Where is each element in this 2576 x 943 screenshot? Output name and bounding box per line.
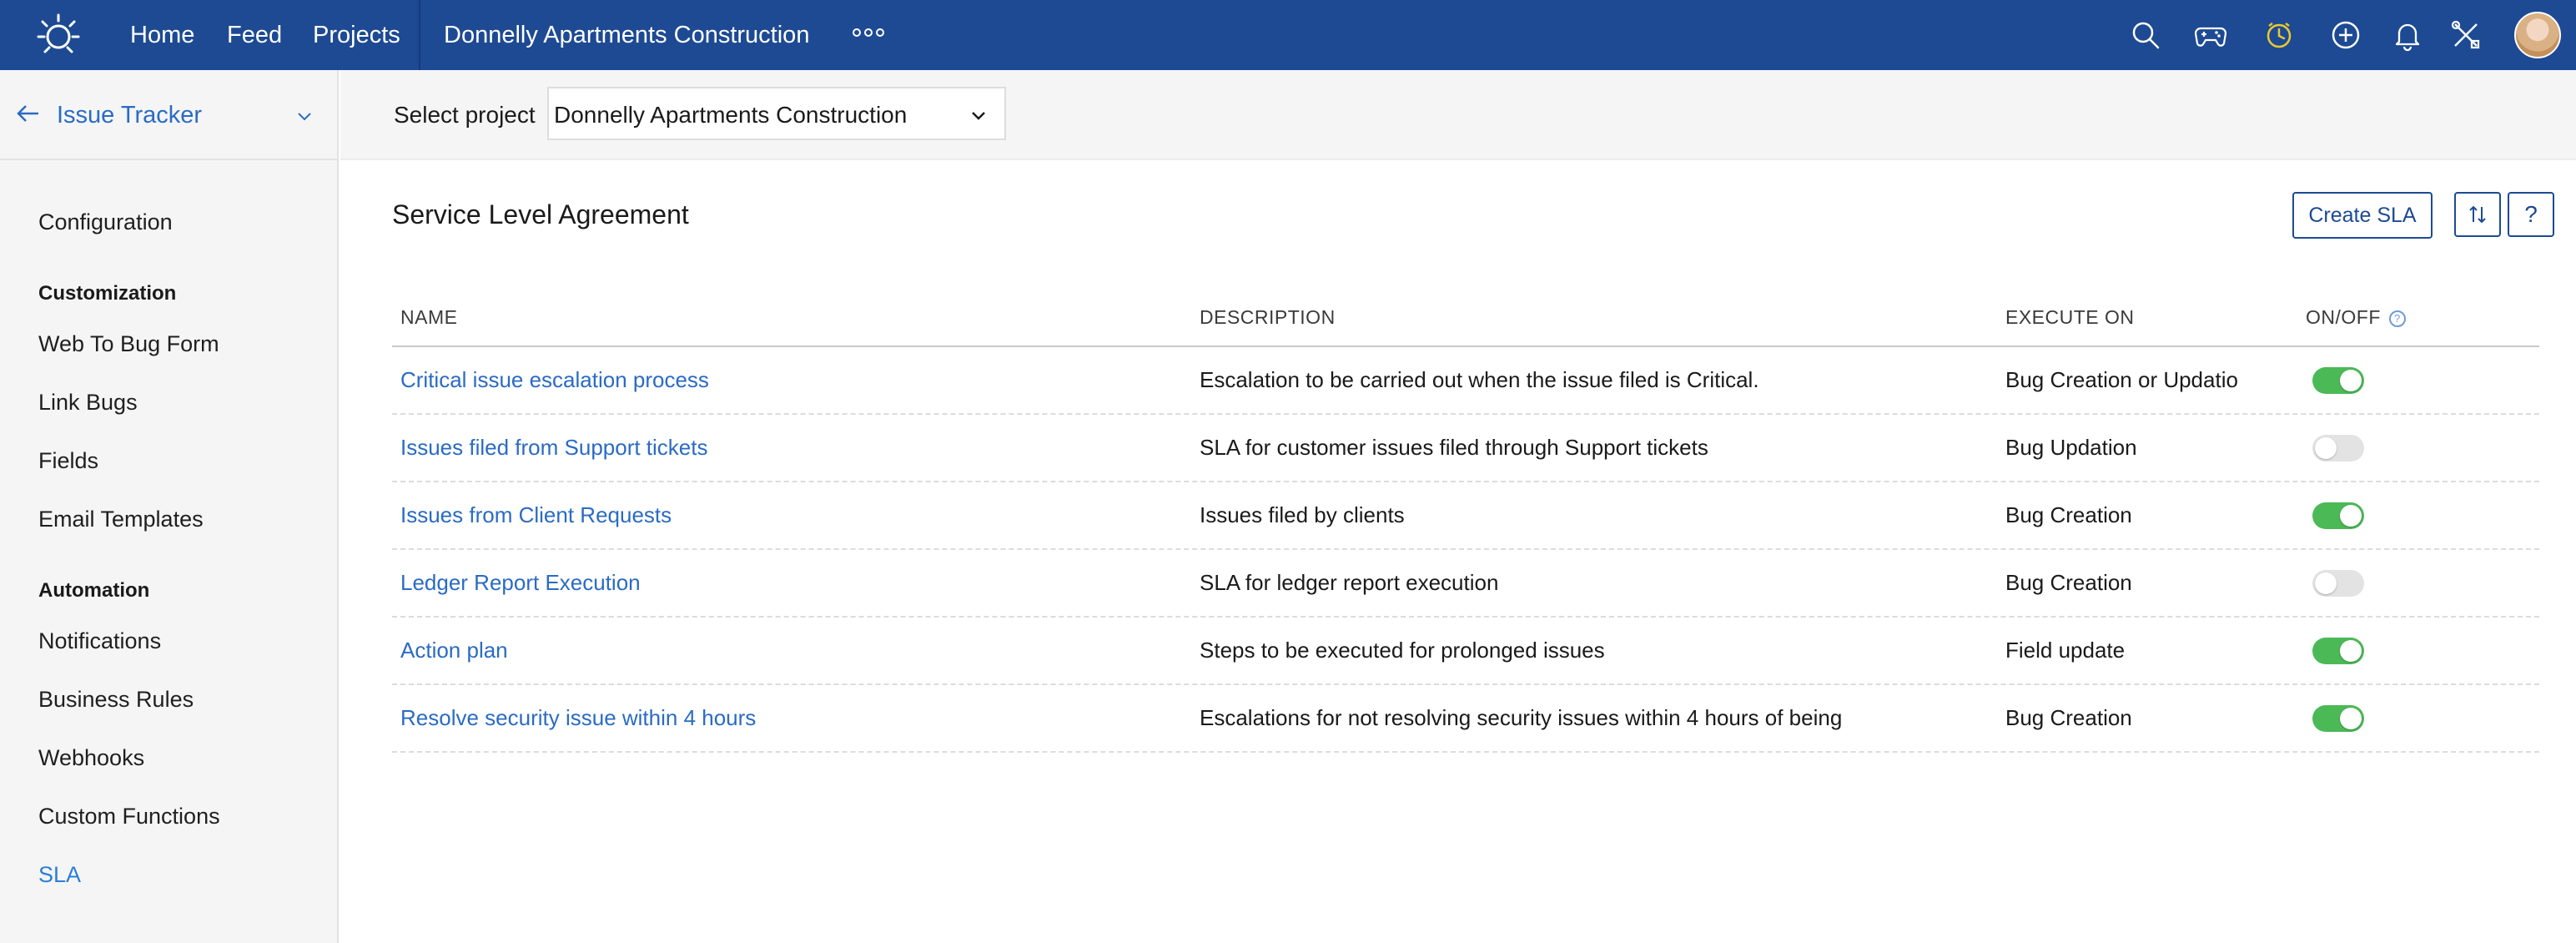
nav-divider [419, 0, 420, 70]
sla-execute-on: Bug Creation [2005, 570, 2132, 595]
table-row: Issues filed from Support tickets SLA fo… [392, 415, 2539, 482]
sla-execute-on: Bug Creation or Updatio [2005, 367, 2238, 392]
sla-toggle[interactable] [2312, 435, 2364, 461]
sla-name-link[interactable]: Issues filed from Support tickets [400, 431, 707, 463]
project-select-dropdown[interactable]: Donnelly Apartments Construction [547, 87, 1006, 140]
project-select-value: Donnelly Apartments Construction [554, 102, 908, 128]
column-header-name[interactable]: NAME [400, 304, 457, 330]
select-project-label: Select project [394, 102, 536, 128]
table-row: Action plan Steps to be executed for pro… [392, 618, 2539, 685]
sla-execute-on: Bug Creation [2005, 502, 2132, 527]
app-logo-icon[interactable] [35, 12, 82, 58]
sla-toggle[interactable] [2312, 502, 2364, 529]
clock-icon[interactable] [2262, 18, 2296, 52]
back-arrow-icon[interactable] [15, 102, 42, 125]
sla-toggle[interactable] [2312, 638, 2364, 664]
search-icon[interactable] [2129, 18, 2162, 52]
sidebar-item-notifications[interactable]: Notifications [38, 625, 161, 657]
sidebar-item-email-templates[interactable]: Email Templates [38, 503, 204, 535]
bell-icon[interactable] [2391, 18, 2424, 52]
sla-description: Escalations for not resolving security i… [1200, 705, 1843, 730]
toggle-knob [2340, 708, 2362, 729]
tools-icon[interactable] [2449, 18, 2483, 52]
toggle-knob [2340, 505, 2362, 527]
sidebar-title[interactable]: Issue Tracker [57, 98, 202, 132]
sidebar-header: Issue Tracker [0, 70, 337, 160]
sidebar: Issue Tracker Configuration Customizatio… [0, 70, 339, 943]
sla-table: NAME DESCRIPTION EXECUTE ON ON/OFF? Crit… [392, 289, 2539, 753]
table-row: Resolve security issue within 4 hours Es… [392, 685, 2539, 753]
sla-description: Steps to be executed for prolonged issue… [1200, 638, 1605, 663]
sidebar-section-automation: Automation [38, 579, 150, 602]
sla-name-link[interactable]: Action plan [400, 634, 508, 666]
sla-name-link[interactable]: Ledger Report Execution [400, 567, 641, 598]
column-header-execute-on: EXECUTE ON [2005, 306, 2135, 328]
column-header-on-off-label: ON/OFF [2306, 306, 2381, 328]
sidebar-item-business-rules[interactable]: Business Rules [38, 683, 194, 715]
sla-execute-on: Bug Updation [2005, 435, 2137, 460]
toggle-knob [2315, 572, 2337, 594]
sla-name-link[interactable]: Resolve security issue within 4 hours [400, 702, 756, 734]
sidebar-item-link-bugs[interactable]: Link Bugs [38, 386, 138, 418]
create-sla-button[interactable]: Create SLA [2292, 192, 2433, 239]
table-row: Ledger Report Execution SLA for ledger r… [392, 550, 2539, 618]
sidebar-item-fields[interactable]: Fields [38, 445, 98, 477]
sla-toggle[interactable] [2312, 705, 2364, 732]
table-row: Critical issue escalation process Escala… [392, 347, 2539, 415]
chevron-down-icon [969, 108, 988, 124]
table-header-row: NAME DESCRIPTION EXECUTE ON ON/OFF? [392, 289, 2539, 347]
column-header-description: DESCRIPTION [1200, 306, 1336, 328]
nav-feed[interactable]: Feed [227, 18, 282, 52]
help-button[interactable]: ? [2508, 192, 2554, 237]
gamepad-icon[interactable] [2194, 18, 2227, 52]
current-project-title[interactable]: Donnelly Apartments Construction [444, 18, 809, 52]
sla-execute-on: Bug Creation [2005, 705, 2132, 730]
page-title: Service Level Agreement [392, 199, 689, 229]
nav-projects[interactable]: Projects [313, 18, 400, 52]
sla-description: SLA for customer issues filed through Su… [1200, 435, 1708, 460]
more-options-icon[interactable] [853, 28, 884, 37]
help-icon: ? [2524, 201, 2538, 227]
sla-description: SLA for ledger report execution [1200, 570, 1499, 595]
toggle-knob [2340, 370, 2362, 391]
sla-toggle[interactable] [2312, 367, 2364, 394]
toggle-knob [2340, 640, 2362, 662]
chevron-down-icon[interactable] [295, 107, 314, 125]
user-avatar[interactable] [2514, 12, 2561, 58]
table-row: Issues from Client Requests Issues filed… [392, 482, 2539, 550]
project-selector-bar: Select project Donnelly Apartments Const… [340, 70, 2576, 160]
sla-name-link[interactable]: Issues from Client Requests [400, 499, 672, 531]
sla-description: Issues filed by clients [1200, 502, 1405, 527]
sidebar-item-sla[interactable]: SLA [38, 859, 81, 890]
sidebar-item-custom-functions[interactable]: Custom Functions [38, 800, 220, 832]
plus-circle-icon[interactable] [2329, 18, 2362, 52]
sla-toggle[interactable] [2312, 570, 2364, 597]
sla-name-link[interactable]: Critical issue escalation process [400, 364, 709, 396]
sla-description: Escalation to be carried out when the is… [1200, 367, 1759, 392]
sidebar-item-webhooks[interactable]: Webhooks [38, 742, 144, 774]
sidebar-section-customization: Customization [38, 282, 177, 305]
sidebar-item-web-to-bug-form[interactable]: Web To Bug Form [38, 328, 219, 360]
sort-icon [2469, 205, 2486, 224]
sidebar-item-configuration[interactable]: Configuration [38, 206, 173, 238]
top-navigation-bar: Home Feed Projects Donnelly Apartments C… [0, 0, 2576, 70]
sla-execute-on: Field update [2005, 638, 2126, 663]
toggle-knob [2315, 437, 2337, 459]
question-icon[interactable]: ? [2388, 310, 2406, 327]
nav-home[interactable]: Home [130, 18, 194, 52]
column-header-on-off: ON/OFF? [2306, 304, 2406, 330]
sort-button[interactable] [2454, 192, 2501, 237]
